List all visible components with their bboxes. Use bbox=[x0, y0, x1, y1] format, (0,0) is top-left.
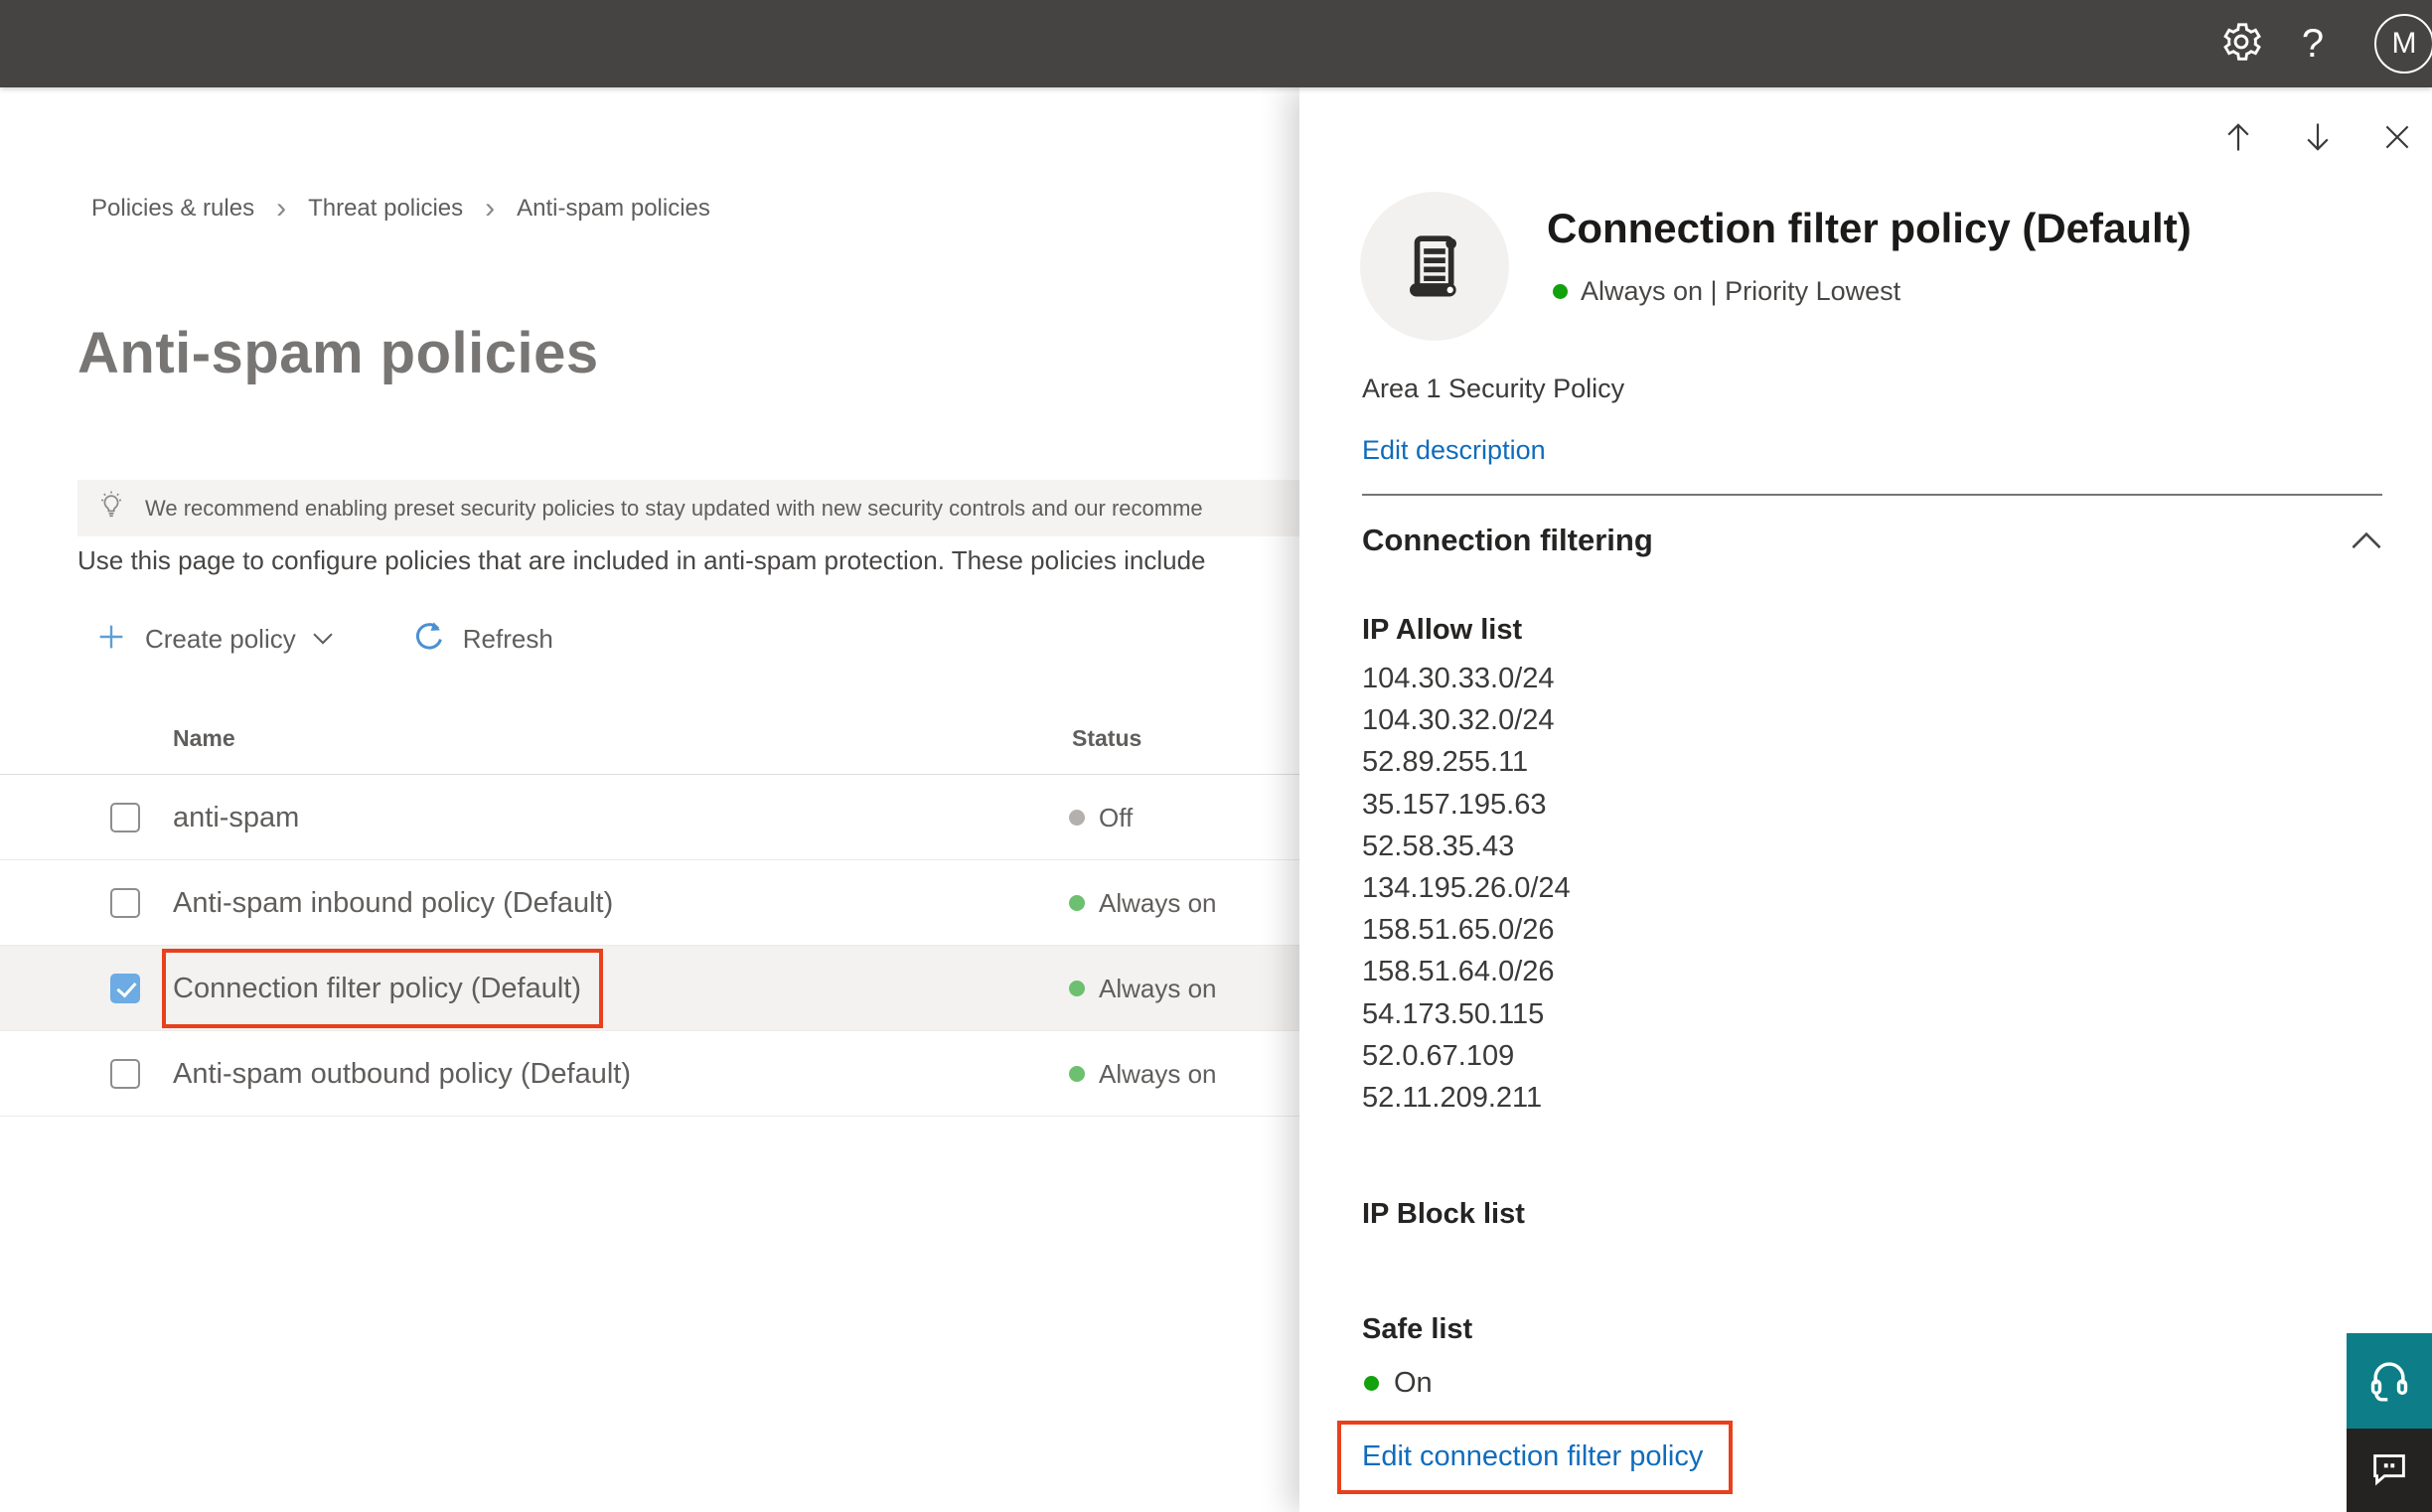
breadcrumb-separator-icon: › bbox=[276, 192, 287, 225]
chevron-down-icon bbox=[312, 632, 334, 651]
table-row[interactable]: anti-spam Off bbox=[0, 775, 1331, 860]
section-connection-filtering: Connection filtering bbox=[1362, 523, 1653, 557]
feedback-button[interactable] bbox=[2347, 1429, 2432, 1512]
previous-item-button[interactable] bbox=[2218, 117, 2258, 157]
status-priority-label: Always on | Priority Lowest bbox=[1581, 276, 1901, 306]
policy-name[interactable]: Anti-spam outbound policy (Default) bbox=[173, 1058, 631, 1091]
breadcrumb-separator-icon: › bbox=[485, 192, 496, 225]
ip-block-list-title: IP Block list bbox=[1362, 1198, 1525, 1230]
page-description: Use this page to configure policies that… bbox=[77, 545, 1206, 575]
lightbulb-icon bbox=[95, 490, 127, 527]
avatar-initial: M bbox=[2391, 27, 2417, 60]
status-dot bbox=[1069, 981, 1085, 996]
ip-entry: 54.173.50.115 bbox=[1362, 997, 1545, 1030]
status-label: Always on bbox=[1099, 973, 1217, 1003]
plus-icon bbox=[95, 621, 127, 658]
help-icon: ? bbox=[2301, 21, 2325, 66]
status-label: Always on bbox=[1099, 1058, 1217, 1089]
policy-details-flyout: Connection filter policy (Default) Alway… bbox=[1299, 87, 2432, 1512]
toolbar: Create policy Refresh bbox=[95, 616, 553, 662]
avatar: M bbox=[2374, 14, 2432, 74]
breadcrumb-anti-spam-policies[interactable]: Anti-spam policies bbox=[517, 195, 710, 223]
edit-description-link[interactable]: Edit description bbox=[1362, 435, 1546, 466]
banner-text: We recommend enabling preset security po… bbox=[145, 495, 1203, 521]
safe-list-title: Safe list bbox=[1362, 1313, 1473, 1345]
top-app-bar: ? M bbox=[0, 0, 2432, 87]
safe-list-status-label: On bbox=[1394, 1367, 1433, 1399]
refresh-label: Refresh bbox=[462, 623, 553, 654]
status-dot bbox=[1069, 810, 1085, 826]
help-button[interactable]: ? bbox=[2277, 0, 2349, 87]
status-cell: Off bbox=[1069, 775, 1133, 860]
headset-icon bbox=[2363, 1353, 2415, 1410]
app-root: ? M Policies & rules › Threat policies ›… bbox=[0, 0, 2432, 1512]
status-label: Always on bbox=[1099, 887, 1217, 918]
status-dot bbox=[1553, 284, 1568, 299]
breadcrumb-policies-rules[interactable]: Policies & rules bbox=[91, 195, 254, 223]
status-cell: Always on bbox=[1069, 860, 1217, 946]
ip-entry: 104.30.32.0/24 bbox=[1362, 704, 1555, 737]
scroll-icon bbox=[1395, 225, 1474, 309]
column-header-name[interactable]: Name bbox=[173, 725, 235, 752]
chevron-up-icon bbox=[2352, 531, 2381, 549]
table-row[interactable]: Anti-spam inbound policy (Default) Alway… bbox=[0, 860, 1331, 946]
page-title: Anti-spam policies bbox=[77, 321, 599, 385]
next-item-button[interactable] bbox=[2298, 117, 2338, 157]
ip-entry: 158.51.64.0/26 bbox=[1362, 956, 1555, 988]
arrow-up-icon bbox=[2227, 123, 2249, 151]
ip-entry: 52.58.35.43 bbox=[1362, 830, 1515, 862]
ip-entry: 158.51.65.0/26 bbox=[1362, 914, 1555, 947]
close-flyout-button[interactable] bbox=[2377, 117, 2417, 157]
flyout-title: Connection filter policy (Default) bbox=[1547, 205, 2192, 251]
feedback-chat-icon bbox=[2366, 1445, 2412, 1496]
policy-description: Area 1 Security Policy bbox=[1362, 374, 1625, 403]
flyout-nav bbox=[2218, 117, 2417, 157]
ip-allow-list-title: IP Allow list bbox=[1362, 614, 1523, 646]
breadcrumb-threat-policies[interactable]: Threat policies bbox=[308, 195, 463, 223]
refresh-button[interactable]: Refresh bbox=[411, 619, 553, 660]
row-checkbox[interactable] bbox=[110, 1059, 140, 1089]
policy-table: Name Status anti-spam Off Anti-spam inbo… bbox=[0, 707, 1331, 1117]
policy-avatar bbox=[1360, 192, 1509, 341]
flyout-status-line: Always on | Priority Lowest bbox=[1553, 276, 1900, 307]
refresh-icon bbox=[411, 619, 447, 660]
status-cell: Always on bbox=[1069, 1031, 1217, 1117]
row-checkbox[interactable] bbox=[110, 888, 140, 918]
status-dot bbox=[1069, 1066, 1085, 1082]
table-row-selected[interactable]: Connection filter policy (Default) Alway… bbox=[0, 946, 1331, 1031]
breadcrumb: Policies & rules › Threat policies › Ant… bbox=[91, 192, 710, 225]
account-button[interactable]: M bbox=[2349, 0, 2432, 87]
safe-list-status: On bbox=[1364, 1367, 1433, 1400]
column-header-status[interactable]: Status bbox=[1072, 725, 1141, 752]
status-dot bbox=[1069, 895, 1085, 911]
create-policy-label: Create policy bbox=[145, 623, 296, 654]
status-label: Off bbox=[1099, 802, 1134, 832]
ip-entry: 104.30.33.0/24 bbox=[1362, 663, 1555, 694]
edit-connection-filter-policy-link[interactable]: Edit connection filter policy bbox=[1362, 1440, 1703, 1473]
close-icon bbox=[2385, 125, 2409, 149]
policy-name[interactable]: anti-spam bbox=[173, 802, 299, 834]
divider bbox=[1362, 494, 2382, 496]
arrow-down-icon bbox=[2307, 123, 2329, 151]
ip-entry: 52.11.209.211 bbox=[1362, 1082, 1543, 1115]
policy-name[interactable]: Connection filter policy (Default) bbox=[173, 973, 581, 1005]
create-policy-button[interactable]: Create policy bbox=[95, 621, 334, 658]
table-header: Name Status bbox=[0, 707, 1331, 775]
collapse-section-button[interactable] bbox=[2351, 530, 2382, 555]
ip-allow-list: 104.30.33.0/24 104.30.32.0/24 52.89.255.… bbox=[1362, 658, 1571, 1119]
ip-entry: 52.89.255.11 bbox=[1362, 746, 1529, 779]
status-dot bbox=[1364, 1376, 1379, 1391]
ip-entry: 134.195.26.0/24 bbox=[1362, 872, 1571, 905]
status-cell: Always on bbox=[1069, 946, 1217, 1031]
ip-entry: 52.0.67.109 bbox=[1362, 1039, 1515, 1072]
support-button[interactable] bbox=[2347, 1333, 2432, 1429]
gear-icon bbox=[2218, 19, 2264, 70]
row-checkbox[interactable] bbox=[110, 974, 140, 1003]
settings-button[interactable] bbox=[2205, 0, 2277, 87]
policy-name[interactable]: Anti-spam inbound policy (Default) bbox=[173, 887, 613, 920]
ip-entry: 35.157.195.63 bbox=[1362, 788, 1547, 821]
row-checkbox[interactable] bbox=[110, 803, 140, 832]
table-row[interactable]: Anti-spam outbound policy (Default) Alwa… bbox=[0, 1031, 1331, 1117]
